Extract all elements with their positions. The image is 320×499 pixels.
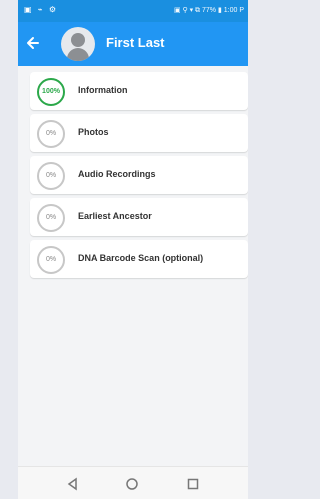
status-icons-right: ▣ ⚲ ▾ ⧉ 77% ▮ 1:00 P (173, 7, 244, 14)
item-label: Audio Recordings (78, 169, 156, 179)
arrow-left-icon (27, 37, 39, 49)
progress-badge: 0% (37, 246, 65, 274)
system-nav-bar (18, 466, 248, 499)
nav-home-button[interactable] (123, 475, 141, 493)
triangle-left-icon (67, 477, 77, 491)
avatar-head (71, 33, 85, 47)
list-item-audio-recordings[interactable]: 0% Audio Recordings (30, 156, 248, 194)
item-label: Information (78, 85, 128, 95)
avatar[interactable] (61, 27, 95, 61)
phone-screen: ▣ ⌁ ⚙ ▣ ⚲ ▾ ⧉ 77% ▮ 1:00 P First Last 10… (18, 0, 248, 499)
page-title: First Last (106, 35, 165, 50)
nav-back-button[interactable] (64, 475, 82, 493)
status-icons-left: ▣ ⌁ ⚙ (24, 5, 58, 14)
list-item-information[interactable]: 100% Information (30, 72, 248, 110)
square-recent-icon (187, 478, 199, 490)
nav-recent-button[interactable] (184, 475, 202, 493)
progress-badge: 0% (37, 162, 65, 190)
progress-badge: 100% (37, 78, 65, 106)
list-item-earliest-ancestor[interactable]: 0% Earliest Ancestor (30, 198, 248, 236)
progress-badge: 0% (37, 204, 65, 232)
list-item-dna-barcode-scan[interactable]: 0% DNA Barcode Scan (optional) (30, 240, 248, 278)
item-label: DNA Barcode Scan (optional) (78, 253, 204, 263)
status-bar: ▣ ⌁ ⚙ ▣ ⚲ ▾ ⧉ 77% ▮ 1:00 P (18, 0, 248, 22)
circle-home-icon (126, 478, 138, 490)
progress-badge: 0% (37, 120, 65, 148)
list-item-photos[interactable]: 0% Photos (30, 114, 248, 152)
back-arrow-icon[interactable] (26, 34, 42, 52)
app-bar: First Last (18, 22, 248, 66)
item-label: Photos (78, 127, 109, 137)
item-label: Earliest Ancestor (78, 211, 152, 221)
avatar-body (67, 48, 89, 61)
